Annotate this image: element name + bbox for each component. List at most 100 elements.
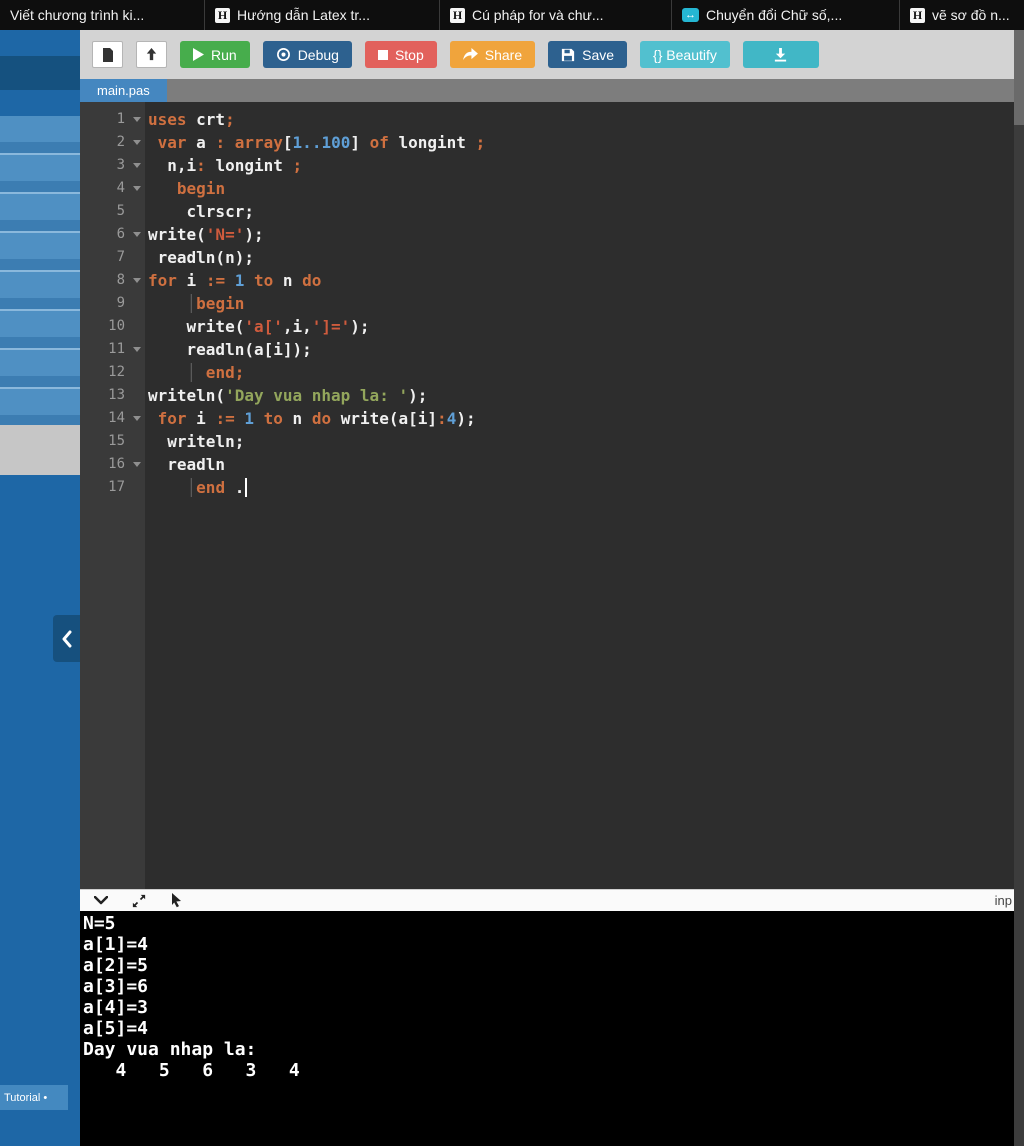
share-button[interactable]: Share [449,41,536,68]
new-file-button[interactable] [92,41,123,68]
console-line: Day vua nhap la: [83,1039,268,1060]
tutorial-link[interactable]: Tutorial • [0,1085,68,1110]
file-tab-label: main.pas [97,83,150,98]
debug-button[interactable]: Debug [262,41,352,68]
fold-marker[interactable] [133,347,141,352]
line-number[interactable]: 7 [80,246,145,269]
line-number[interactable]: 1 [80,108,145,131]
browser-tab-title: Viết chương trình ki... [10,7,145,23]
fold-marker[interactable] [133,462,141,467]
browser-tab-1[interactable]: Viết chương trình ki... [0,0,205,30]
arrow-up-icon [146,47,157,61]
line-number[interactable]: 11 [80,338,145,361]
code-line: begin [176,179,226,198]
console-toolbar: inp [80,889,1014,911]
line-number[interactable]: 13 [80,384,145,407]
code-line: uses crt; [148,110,235,129]
stop-button[interactable]: Stop [364,41,437,68]
sidebar-ad-stripes [0,116,80,426]
line-number[interactable]: 2 [80,131,145,154]
line-number[interactable]: 10 [80,315,145,338]
fold-marker[interactable] [133,416,141,421]
beautify-button[interactable]: {} Beautify [640,41,730,68]
file-tab-bar: main.pas [80,79,1014,102]
code-line: readln(n); [148,248,254,267]
line-number[interactable]: 14 [80,407,145,430]
code-line: writeln('Day vua nhap la: '); [148,386,428,405]
line-number[interactable]: 5 [80,200,145,223]
fold-marker[interactable] [133,232,141,237]
editor-gutter[interactable]: 1 2 3 4 5 6 7 8 9 10 11 12 13 14 15 16 17 [80,102,145,889]
run-button[interactable]: Run [180,41,250,68]
fold-marker[interactable] [133,140,141,145]
sidebar-band-gray [0,425,80,475]
fold-marker[interactable] [133,117,141,122]
line-number[interactable]: 9 [80,292,145,315]
save-icon [562,48,575,61]
download-button[interactable] [742,41,819,68]
line-number[interactable]: 15 [80,430,145,453]
fold-marker[interactable] [133,186,141,191]
pointer-tool-button[interactable] [170,893,183,908]
expand-console-button[interactable] [132,894,146,908]
debug-icon [276,48,290,61]
pointer-icon [172,893,181,908]
browser-tab-title: vẽ sơ đồ n... [932,7,1010,23]
code-line: │begin [186,294,245,313]
console-line: a[2]=5 [83,955,149,976]
code-line: for i := 1 to n do write(a[i]:4); [157,409,476,428]
line-number[interactable]: 3 [80,154,145,177]
beautify-label: {} Beautify [653,46,717,63]
page-scrollbar[interactable] [1014,30,1024,1146]
line-number[interactable]: 16 [80,453,145,476]
play-icon [193,48,204,61]
code-editor[interactable]: 1 2 3 4 5 6 7 8 9 10 11 12 13 14 15 16 17 uses crt; var … [80,102,1014,889]
code-line: │ end; [186,363,245,382]
stop-label: Stop [394,46,424,63]
download-icon [775,47,787,62]
browser-tab-title: Chuyển đổi Chữ số,... [706,7,843,23]
line-number[interactable]: 17 [80,476,145,499]
console-line: a[3]=6 [83,976,149,997]
browser-tab-5[interactable]: H vẽ sơ đồ n... [900,0,1024,30]
save-button[interactable]: Save [548,41,628,68]
share-label: Share [484,46,523,63]
collapse-sidebar-button[interactable] [53,615,80,662]
line-number[interactable]: 12 [80,361,145,384]
line-number[interactable]: 8 [80,269,145,292]
browser-tab-bar: Viết chương trình ki... H Hướng dẫn Late… [0,0,1024,30]
code-line: write('a[',i,']='); [148,317,370,336]
code-line: readln [148,455,226,474]
collapse-console-button[interactable] [94,896,108,905]
debug-label: Debug [297,46,339,63]
upload-button[interactable] [136,41,167,68]
browser-tab-3[interactable]: H Cú pháp for và chư... [440,0,672,30]
line-number[interactable]: 4 [80,177,145,200]
console-output[interactable]: N=5 a[1]=4 a[2]=5 a[3]=6 a[4]=3 a[5]=4 Day vua… [80,911,1014,1146]
input-label: inp [994,893,1012,908]
console-line: a[5]=4 [83,1018,149,1039]
h-logo-icon: H [450,7,465,23]
browser-tab-title: Cú pháp for và chư... [472,7,604,23]
code-line: write('N='); [148,225,264,244]
fold-marker[interactable] [133,278,141,283]
left-sidebar: Tutorial • [0,30,80,1146]
line-number[interactable]: 6 [80,223,145,246]
text-cursor [245,478,248,497]
code-line: for i := 1 to n do [148,271,322,290]
file-icon [102,47,113,62]
browser-tab-title: Hướng dẫn Latex tr... [237,7,370,23]
ide-toolbar: Run Debug Stop Share Save {} Beautify [80,30,1014,79]
code-line: readln(a[i]); [148,340,312,359]
code-line: var a : array[1..100] of longint ; [157,133,486,152]
code-line: clrscr; [148,202,254,221]
scrollbar-thumb[interactable] [1014,30,1024,125]
browser-tab-4[interactable]: ↔ Chuyển đổi Chữ số,... [672,0,900,30]
code-line: │end . [148,476,1014,499]
run-label: Run [211,46,237,63]
editor-code[interactable]: uses crt; var a : array[1..100] of longi… [145,102,1014,889]
browser-tab-2[interactable]: H Hướng dẫn Latex tr... [205,0,440,30]
file-tab-main-pas[interactable]: main.pas [80,79,167,102]
console-line: 4 5 6 3 4 [83,1060,300,1081]
fold-marker[interactable] [133,163,141,168]
